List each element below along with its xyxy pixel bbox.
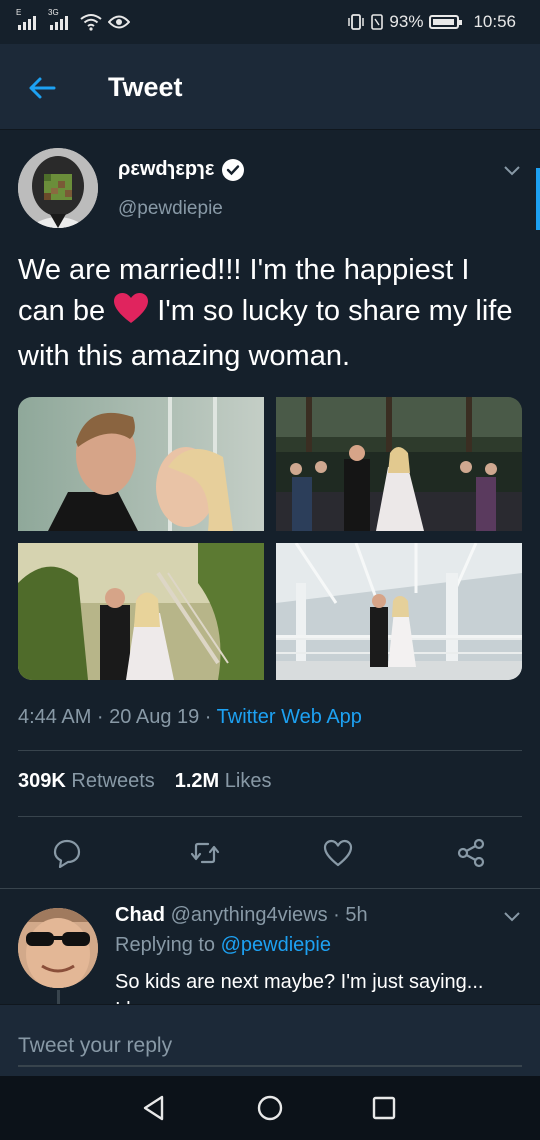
nfc-icon <box>371 14 384 30</box>
likes-stat[interactable]: 1.2M Likes <box>175 770 272 793</box>
eye-comfort-icon <box>108 15 130 29</box>
tweet-source-link[interactable]: Twitter Web App <box>217 706 362 728</box>
likes-count: 1.2M <box>174 770 220 792</box>
author-handle[interactable]: @pewdiepie <box>118 198 223 220</box>
reply-avatar[interactable] <box>18 908 98 988</box>
retweets-label: Retweets <box>71 770 155 792</box>
home-circle-icon[interactable] <box>254 1092 286 1124</box>
status-right: 93% 10:56 <box>347 8 516 36</box>
share-icon[interactable] <box>456 838 486 868</box>
tweet-time: 4:44 AM · 20 Aug 19 · <box>18 706 217 728</box>
wifi-icon <box>80 14 102 31</box>
reply-header: Chad @anything4views · 5h <box>115 904 368 927</box>
tweet-stats: 309K Retweets 1.2M Likes <box>18 770 271 793</box>
replying-to-handle[interactable]: @pewdiepie <box>221 934 331 956</box>
wedding-photo-3[interactable] <box>18 543 264 680</box>
clock: 10:56 <box>473 12 516 31</box>
wedding-photo-2[interactable] <box>276 397 522 531</box>
replying-to: Replying to @pewdiepie <box>115 934 331 957</box>
divider <box>18 816 522 817</box>
battery-icon <box>429 15 463 29</box>
retweet-icon[interactable] <box>190 838 220 868</box>
signal-icon-2: 3G <box>48 8 68 30</box>
author-name[interactable]: ρεwdɿεpɿε <box>118 158 245 181</box>
sim-label-1: E <box>16 8 22 17</box>
media-grid <box>18 397 522 680</box>
signal-icon: E <box>16 8 36 30</box>
scroll-indicator <box>536 168 540 230</box>
chevron-down-icon[interactable] <box>502 906 522 926</box>
back-triangle-icon[interactable] <box>138 1092 170 1124</box>
wedding-photo-4[interactable] <box>276 543 522 680</box>
divider <box>18 750 522 751</box>
reply-handle-time: @anything4views · 5h <box>170 904 368 926</box>
vibrate-icon <box>348 14 365 30</box>
app-header: Tweet <box>0 44 540 130</box>
like-heart-icon[interactable] <box>323 838 353 868</box>
status-bar: E 3G 93% 10:56 <box>0 0 540 44</box>
reply-text-line-1: So kids are next maybe? I'm just saying.… <box>115 971 484 993</box>
author-name-text: ρεwdɿεpɿε <box>118 158 215 180</box>
battery-percent: 93% <box>389 12 424 31</box>
red-heart-emoji-icon <box>113 292 149 336</box>
reply-icon[interactable] <box>52 838 82 868</box>
thread-line <box>57 990 60 1004</box>
recents-square-icon[interactable] <box>368 1092 400 1124</box>
reply-tweet[interactable]: Chad @anything4views · 5h Replying to @p… <box>0 890 540 1004</box>
author-avatar[interactable] <box>18 148 98 228</box>
status-left: E 3G <box>16 8 130 34</box>
retweets-count: 309K <box>18 770 66 792</box>
reply-text: So kids are next maybe? I'm just saying.… <box>115 968 525 1004</box>
retweets-stat[interactable]: 309K Retweets <box>18 770 155 793</box>
page-title: Tweet <box>108 72 183 102</box>
tweet-text: We are married!!! I'm the happiest I can… <box>18 250 523 377</box>
tweet-actions <box>18 832 522 872</box>
reply-author-name[interactable]: Chad <box>115 904 165 926</box>
arrow-left-icon <box>29 77 56 99</box>
reply-input[interactable] <box>18 1027 522 1067</box>
replying-label: Replying to <box>115 934 216 956</box>
reply-text-line-2: I hope <box>115 996 525 1004</box>
system-nav-bar <box>0 1076 540 1140</box>
likes-label: Likes <box>224 770 272 792</box>
thread-separator <box>0 888 540 889</box>
tweet-timestamp: 4:44 AM · 20 Aug 19 · Twitter Web App <box>18 706 362 729</box>
verified-badge-icon <box>222 158 245 181</box>
chevron-down-icon[interactable] <box>502 160 522 180</box>
sim-label-2: 3G <box>48 8 59 17</box>
reply-compose-bar <box>0 1004 540 1076</box>
wedding-photo-1[interactable] <box>18 397 264 531</box>
back-button[interactable] <box>22 68 62 108</box>
